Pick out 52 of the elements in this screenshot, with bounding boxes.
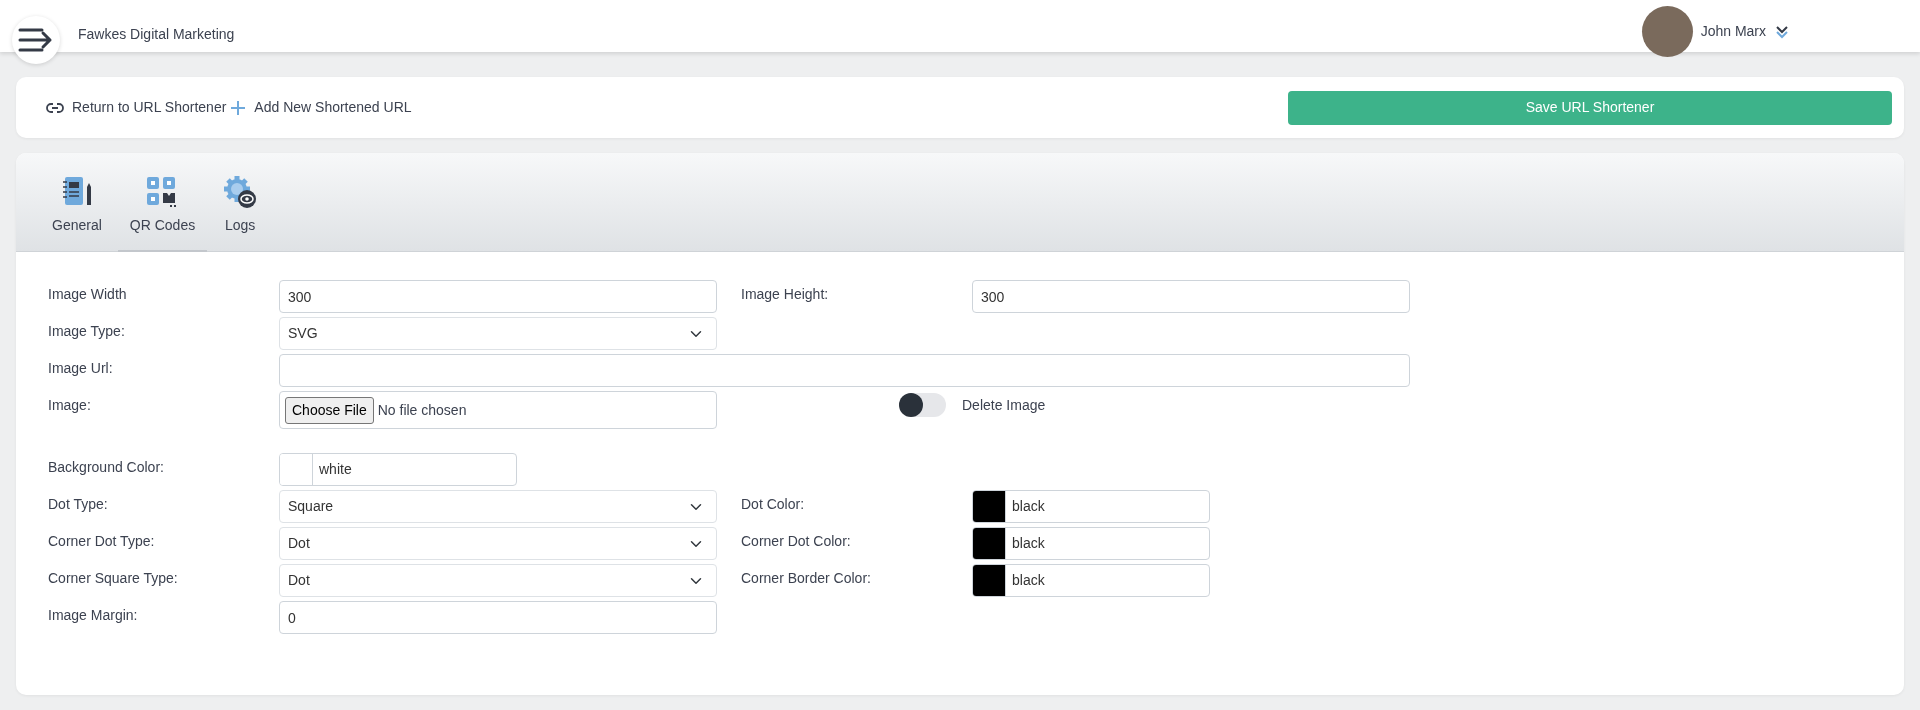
field-label: Dot Color:: [741, 495, 806, 514]
add-link[interactable]: Add New Shortened URL: [230, 97, 412, 118]
color-field[interactable]: black: [972, 527, 1210, 560]
color-value: black: [1011, 497, 1046, 516]
field-label: Corner Dot Type:: [48, 532, 156, 551]
menu-icon: [18, 27, 54, 53]
tab[interactable]: General: [40, 175, 114, 252]
tab[interactable]: Logs: [211, 175, 270, 252]
menu-button[interactable]: [12, 16, 60, 64]
field-label: Image Margin:: [48, 606, 139, 625]
field-label: Background Color:: [48, 458, 165, 477]
color-field[interactable]: black: [972, 490, 1210, 523]
color-swatch[interactable]: [973, 528, 1006, 559]
input-field[interactable]: 300: [972, 280, 1410, 313]
select-field[interactable]: Dot: [279, 527, 717, 560]
input-field[interactable]: 300: [279, 280, 717, 313]
field-label: Image Height:: [741, 285, 830, 304]
select-field[interactable]: Dot: [279, 564, 717, 597]
field-label: Image:: [48, 396, 92, 415]
file-status: No file chosen: [377, 400, 467, 420]
toggle-label: Delete Image: [962, 395, 1046, 415]
color-field[interactable]: black: [972, 564, 1210, 597]
choose-file-button[interactable]: Choose File: [285, 396, 374, 424]
color-swatch[interactable]: [973, 565, 1006, 596]
field-label: Image Width: [48, 285, 128, 304]
chevron-down-icon: [1774, 23, 1790, 40]
user-avatar: [1641, 6, 1693, 57]
return-link[interactable]: Return to URL Shortener: [46, 97, 227, 118]
color-swatch[interactable]: [973, 491, 1006, 522]
select-field[interactable]: SVG: [279, 317, 717, 350]
gear-eye-icon: [223, 175, 258, 209]
plus-icon: [230, 99, 247, 116]
field-label: Dot Type:: [48, 495, 109, 514]
color-swatch[interactable]: [280, 454, 313, 485]
color-field[interactable]: white: [279, 453, 517, 486]
file-field[interactable]: Choose File No file chosen: [279, 391, 717, 429]
color-value: white: [318, 460, 353, 479]
color-value: black: [1011, 571, 1046, 590]
toggle-switch[interactable]: [899, 393, 946, 417]
user-name[interactable]: John Marx: [1700, 21, 1766, 42]
color-value: black: [1011, 534, 1046, 553]
tab[interactable]: QR Codes: [117, 175, 208, 252]
input-field[interactable]: [279, 354, 1410, 387]
field-label: Image Type:: [48, 322, 126, 341]
link-icon: [46, 101, 64, 114]
app-title: Fawkes Digital Marketing: [78, 25, 235, 44]
field-label: Corner Square Type:: [48, 569, 179, 588]
input-field[interactable]: 0: [279, 601, 717, 634]
field-label: Image Url:: [48, 359, 114, 378]
select-field[interactable]: Square: [279, 490, 717, 523]
field-label: Corner Border Color:: [741, 569, 872, 588]
field-label: Corner Dot Color:: [741, 532, 852, 551]
